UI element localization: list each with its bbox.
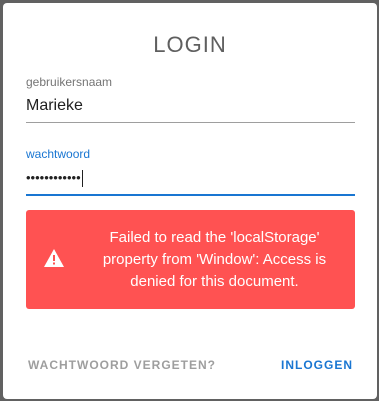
text-caret	[81, 170, 83, 188]
dialog-title: LOGIN	[153, 32, 227, 57]
forgot-password-button[interactable]: WACHTWOORD VERGETEN?	[28, 358, 216, 372]
login-dialog: LOGIN gebruikersnaam Marieke wachtwoord …	[3, 3, 377, 399]
password-underline	[26, 194, 355, 196]
error-alert: Failed to read the 'localStorage' proper…	[26, 210, 355, 309]
password-label: wachtwoord	[26, 147, 91, 161]
warning-icon	[44, 249, 64, 267]
login-button[interactable]: INLOGGEN	[281, 358, 353, 372]
alert-message: Failed to read the 'localStorage' proper…	[102, 229, 327, 290]
username-input[interactable]: Marieke	[26, 95, 355, 117]
username-underline	[26, 122, 355, 123]
password-masked-value: ••••••••••••	[26, 170, 81, 185]
password-input[interactable]: ••••••••••••	[26, 167, 355, 189]
password-field[interactable]: wachtwoord ••••••••••••	[26, 147, 355, 196]
username-label: gebruikersnaam	[26, 75, 113, 89]
username-field[interactable]: gebruikersnaam Marieke	[26, 75, 355, 123]
